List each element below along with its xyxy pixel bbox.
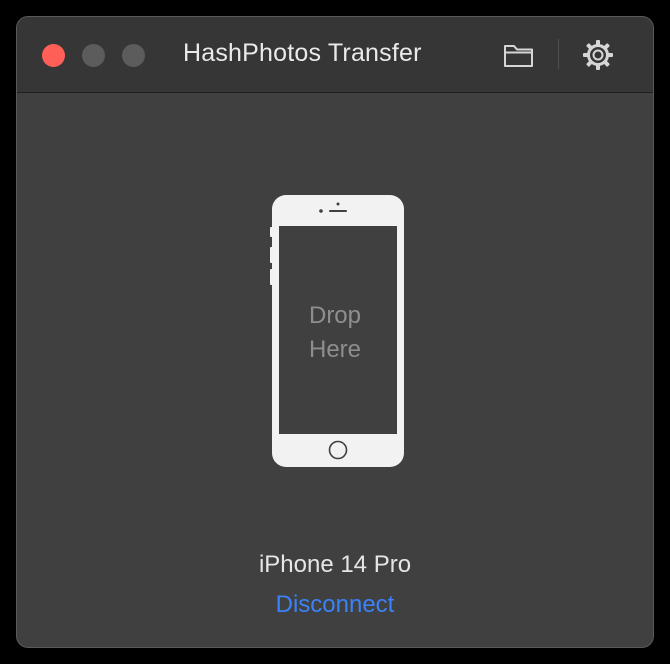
disconnect-row: Disconnect	[17, 591, 653, 619]
gear-icon	[583, 40, 613, 70]
title-bar: HashPhotos Transfer	[17, 17, 653, 93]
app-window: HashPhotos Transfer Drop Here iPhone 14 …	[16, 16, 654, 648]
disconnect-link[interactable]: Disconnect	[276, 591, 395, 618]
open-folder-button[interactable]	[501, 39, 537, 71]
window-title: HashPhotos Transfer	[183, 39, 422, 67]
drop-label-line2: Here	[308, 336, 362, 363]
close-window-button[interactable]	[42, 44, 65, 67]
drop-label-line1: Drop	[308, 302, 362, 329]
drop-zone-label: Drop Here	[278, 299, 392, 367]
zoom-window-button[interactable]	[122, 44, 145, 67]
folder-icon	[504, 45, 533, 67]
device-name: iPhone 14 Pro	[258, 551, 412, 578]
toolbar-separator	[558, 39, 559, 69]
minimize-window-button[interactable]	[82, 44, 105, 67]
settings-button[interactable]	[580, 37, 616, 73]
